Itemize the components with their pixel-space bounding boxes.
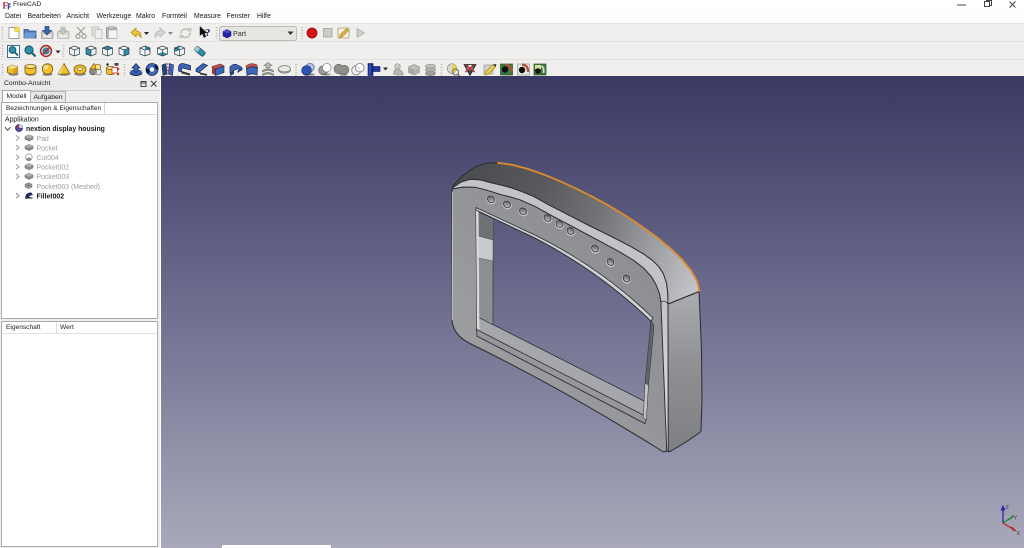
svg-text:Y: Y [1014, 516, 1018, 522]
svg-text:Part: Part [233, 29, 246, 38]
svg-text:Pocket002: Pocket002 [37, 165, 70, 172]
svg-text:X: X [1017, 531, 1021, 537]
svg-text:Fillet002: Fillet002 [37, 193, 65, 200]
svg-text:Applikation: Applikation [5, 117, 39, 124]
svg-text:Pocket003 (Meshed): Pocket003 (Meshed) [37, 184, 101, 191]
svg-text:Pad: Pad [37, 136, 49, 143]
svg-text:nextion display housing: nextion display housing [26, 126, 105, 133]
svg-text:?: ? [205, 27, 211, 39]
svg-text:Pocket003: Pocket003 [37, 174, 70, 181]
svg-text:Pocket: Pocket [37, 145, 58, 152]
svg-text:Cut004: Cut004 [37, 155, 59, 162]
